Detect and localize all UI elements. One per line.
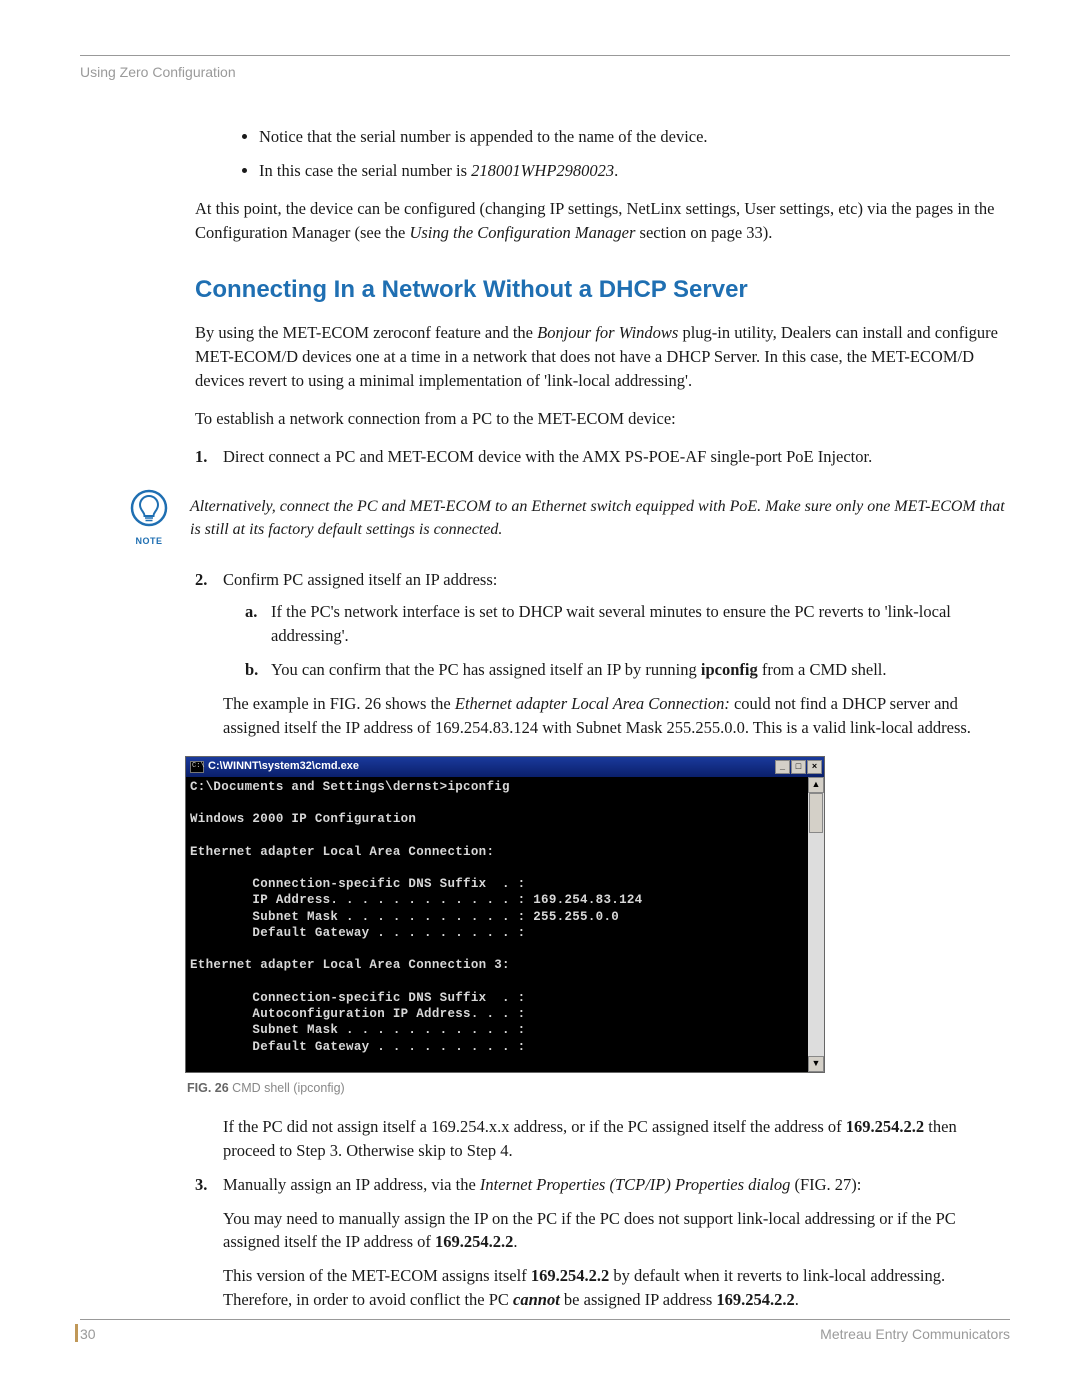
section-heading: Connecting In a Network Without a DHCP S…	[195, 273, 1010, 308]
paragraph: This version of the MET-ECOM assigns its…	[223, 1264, 1010, 1312]
substeps: a.If the PC's network interface is set t…	[245, 600, 1010, 682]
emphasis: cannot	[513, 1290, 560, 1309]
paragraph: At this point, the device can be configu…	[195, 197, 1010, 245]
footer-accent	[75, 1324, 78, 1342]
text: You may need to manually assign the IP o…	[223, 1209, 956, 1252]
step-lead: Confirm PC assigned itself an IP address…	[223, 570, 497, 589]
text-italic: Internet Properties (TCP/IP) Properties …	[480, 1175, 790, 1194]
cmd-window-title: C:\WINNT\system32\cmd.exe	[208, 759, 359, 775]
steps-list-cont2: Manually assign an IP address, via the I…	[195, 1173, 1010, 1313]
text: Manually assign an IP address, via the	[223, 1175, 480, 1194]
ip-address: 169.254.2.2	[435, 1232, 513, 1251]
text-italic: Using the Configuration Manager	[409, 223, 635, 242]
page-footer: 30 Metreau Entry Communicators	[80, 1319, 1010, 1342]
text: section on page 33).	[635, 223, 772, 242]
text: You can confirm that the PC has assigned…	[271, 660, 701, 679]
scroll-down-button[interactable]: ▼	[808, 1056, 824, 1072]
cmd-titlebar: C:\WINNT\system32\cmd.exe _ □ ×	[186, 757, 824, 777]
scrollbar[interactable]: ▲ ▼	[808, 777, 824, 1072]
cmd-app-icon	[190, 761, 204, 773]
text: .	[795, 1290, 799, 1309]
note-block: NOTE Alternatively, connect the PC and M…	[130, 489, 1010, 548]
text: By using the MET-ECOM zeroconf feature a…	[195, 323, 537, 342]
paragraph: To establish a network connection from a…	[195, 407, 1010, 431]
substep-a: a.If the PC's network interface is set t…	[245, 600, 1010, 648]
text: In this case the serial number is	[259, 161, 471, 180]
cmd-output: C:\Documents and Settings\dernst>ipconfi…	[186, 777, 808, 1072]
text: If the PC did not assign itself a 169.25…	[223, 1117, 846, 1136]
scroll-track[interactable]	[808, 793, 824, 1056]
command-name: ipconfig	[701, 660, 758, 679]
ip-address: 169.254.2.2	[846, 1117, 924, 1136]
note-label: NOTE	[135, 535, 162, 548]
paragraph: You may need to manually assign the IP o…	[223, 1207, 1010, 1255]
text: be assigned IP address	[560, 1290, 717, 1309]
serial-number: 218001WHP2980023	[471, 161, 614, 180]
doc-title: Metreau Entry Communicators	[820, 1326, 1010, 1342]
note-text: Alternatively, connect the PC and MET-EC…	[190, 496, 1010, 541]
figure-caption: FIG. 26 CMD shell (ipconfig)	[187, 1079, 1010, 1097]
running-head: Using Zero Configuration	[80, 64, 1010, 80]
step-1: Direct connect a PC and MET-ECOM device …	[195, 445, 1010, 469]
paragraph: If the PC did not assign itself a 169.25…	[223, 1115, 1010, 1163]
step-example-text: The example in FIG. 26 shows the Etherne…	[223, 692, 1010, 740]
note-icon: NOTE	[130, 489, 168, 548]
scroll-up-button[interactable]: ▲	[808, 777, 824, 793]
substep-b: b. You can confirm that the PC has assig…	[245, 658, 1010, 682]
page-number: 30	[80, 1326, 96, 1342]
step-3: Manually assign an IP address, via the I…	[195, 1173, 1010, 1313]
paragraph: By using the MET-ECOM zeroconf feature a…	[195, 321, 1010, 393]
cmd-window: C:\WINNT\system32\cmd.exe _ □ × C:\Docum…	[185, 756, 825, 1073]
ip-address: 169.254.2.2	[531, 1266, 609, 1285]
text: (FIG. 27):	[790, 1175, 861, 1194]
steps-list: Direct connect a PC and MET-ECOM device …	[195, 445, 1010, 469]
text: .	[614, 161, 618, 180]
bullet-item: In this case the serial number is 218001…	[259, 159, 1010, 183]
fig-number: FIG. 26	[187, 1081, 229, 1095]
ip-address: 169.254.2.2	[716, 1290, 794, 1309]
text: .	[513, 1232, 517, 1251]
close-button[interactable]: ×	[807, 760, 822, 774]
text: If the PC's network interface is set to …	[271, 602, 951, 645]
top-bullet-list: Notice that the serial number is appende…	[259, 125, 1010, 183]
text: from a CMD shell.	[758, 660, 887, 679]
text-italic: Ethernet adapter Local Area Connection:	[455, 694, 730, 713]
minimize-button[interactable]: _	[775, 760, 790, 774]
bullet-item: Notice that the serial number is appende…	[259, 125, 1010, 149]
lightbulb-icon	[130, 489, 168, 531]
maximize-button[interactable]: □	[791, 760, 806, 774]
text: This version of the MET-ECOM assigns its…	[223, 1266, 531, 1285]
text-italic: Bonjour for Windows	[537, 323, 678, 342]
steps-list-cont: Confirm PC assigned itself an IP address…	[195, 568, 1010, 740]
scroll-thumb[interactable]	[809, 793, 823, 833]
step-2: Confirm PC assigned itself an IP address…	[195, 568, 1010, 740]
text: The example in FIG. 26 shows the	[223, 694, 455, 713]
fig-text: CMD shell (ipconfig)	[229, 1081, 345, 1095]
